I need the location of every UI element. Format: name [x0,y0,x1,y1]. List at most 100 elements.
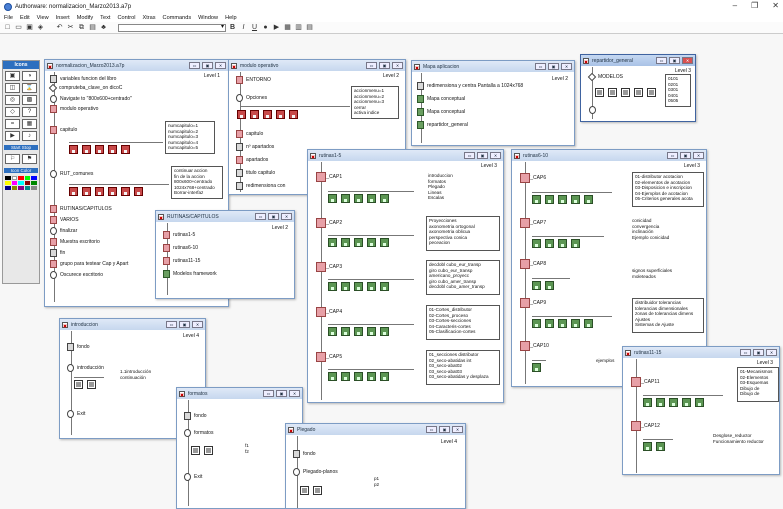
menu-view[interactable]: View [37,15,49,21]
flow-item[interactable]: Mapa conceptual [417,95,465,103]
underline-button[interactable]: U [250,23,259,32]
minimize-button[interactable]: ▭ [263,390,274,397]
flow-item[interactable]: fondo [293,450,316,458]
close-button[interactable]: ✕ [215,62,226,69]
menu-file[interactable]: File [4,15,13,21]
minimize-button[interactable]: ▭ [740,349,751,356]
close-button[interactable]: ✕ [766,349,777,356]
minimize-button[interactable]: ▭ [255,213,266,220]
sound-icon[interactable]: ♪ [22,131,37,141]
menu-edit[interactable]: Edit [20,15,30,21]
copy-icon[interactable]: ⧉ [77,23,86,32]
minimize-button[interactable]: ▭ [535,63,546,70]
restart-icon[interactable]: ▶ [272,23,281,32]
window-plegado[interactable]: ▣ Plegado ▭ ▣ ✕ Level 4 fondo Plegado-plano… [285,423,466,509]
flow-item[interactable]: fondo [67,343,90,351]
erase-icon[interactable]: ◫ [5,83,20,93]
decision-icon[interactable]: ◇ [5,107,20,117]
menu-xtras[interactable]: Xtras [142,15,155,21]
undo-icon[interactable]: ↶ [55,23,64,32]
flow-item[interactable]: grupo para testear Cap y Apart [50,260,128,268]
maximize-button[interactable]: ▣ [179,321,190,328]
import-icon[interactable]: ◈ [36,23,45,32]
flow-item[interactable]: repartidor_general [417,121,468,129]
flow-item[interactable]: apartados [236,156,268,164]
flow-item[interactable]: compruteba_clave_on dicoC [48,83,122,93]
flow-item[interactable]: RUT_CAP3 [316,262,342,272]
flow-item[interactable]: RUT_comunes [50,170,93,178]
close-button[interactable]: ✕ [490,152,501,159]
close-button[interactable]: ✕ [452,426,463,433]
navigate-icon[interactable]: ◎ [5,95,20,105]
menu-commands[interactable]: Commands [163,15,192,21]
maximize-button[interactable]: ▣ [379,62,390,69]
flow-item[interactable]: RUT_CAP2 [316,218,342,228]
flow-item[interactable]: formatos [184,429,213,437]
menu-help[interactable]: Help [225,15,237,21]
flow-item[interactable]: Muestra escritorio [50,238,100,246]
minimize-button[interactable]: ▭ [166,321,177,328]
maximize-button[interactable]: ▣ [753,349,764,356]
flow-item[interactable]: RUT_CAP10 [520,341,549,351]
window-formatos[interactable]: ▣ formatos ▭ ▣ ✕ fondo formatos f1 f2 Exit [176,387,303,509]
flow-item[interactable]: redimensiona y centra Pantalla a 1024x76… [417,82,523,90]
window-repartidor-general[interactable]: ▣ repartidor_general ▭ ▣ ✕ Level 3 MODELOS … [580,54,696,122]
minimize-button[interactable]: ▭ [667,152,678,159]
italic-button[interactable]: I [239,23,248,32]
run-icon[interactable]: ● [261,23,270,32]
flow-item[interactable]: rutinas6-10 [163,244,198,252]
minimize-button[interactable]: ▭ [189,62,200,69]
menu-modify[interactable]: Modify [77,15,93,21]
flow-item[interactable]: RUT_CAP11 [631,377,660,387]
close-button[interactable]: ✕ [281,213,292,220]
flow-item[interactable]: RUT_CAP5 [316,352,342,362]
flow-item[interactable]: introducción [67,364,104,372]
flow-item[interactable]: RUT_CAP9 [520,298,546,308]
stop-flag-icon[interactable]: ⚑ [22,154,37,164]
close-button[interactable]: ✕ [682,57,693,64]
start-flag-icon[interactable]: ⚐ [5,154,20,164]
framework-icon[interactable]: ▩ [22,95,37,105]
window-mapa-aplicacion[interactable]: ▣ Mapa aplicacion ▭ ▣ ✕ Level 2 redimension… [411,60,575,146]
window-rutinas11-15[interactable]: ▣ rutinas11-15 ▭ ▣ ✕ Level 3 RUT_CAP11 01-M… [622,346,780,475]
close-button[interactable]: ✕ [693,152,704,159]
save-icon[interactable]: ▣ [25,23,34,32]
motion-icon[interactable]: ◑ [22,71,37,81]
flow-item[interactable]: Exit [67,410,85,418]
flow-item[interactable]: ENTORNO [236,76,271,84]
flow-item[interactable]: RUT_CAP1 [316,172,342,182]
minimize-button[interactable]: ▭ [426,426,437,433]
close-button[interactable]: ✕ [772,1,779,10]
flow-item[interactable]: Navigate to "800x600+centrado" [50,95,132,103]
maximize-button[interactable]: ▣ [276,390,287,397]
minimize-button[interactable]: – [733,1,737,10]
maximize-button[interactable]: ▣ [680,152,691,159]
minimize-button[interactable]: ▭ [366,62,377,69]
flow-item[interactable]: RUT_CAP6 [520,173,546,183]
maximize-button[interactable]: ❐ [751,1,758,10]
menu-text[interactable]: Text [100,15,110,21]
bold-button[interactable]: B [228,23,237,32]
interaction-icon[interactable]: ? [22,107,37,117]
maximize-button[interactable]: ▣ [202,62,213,69]
flow-item[interactable]: Mapa conceptual [417,108,465,116]
functions-icon[interactable]: ▥ [294,23,303,32]
flow-item[interactable]: RUTINAS/CAPITULOS [50,205,112,213]
flow-item[interactable]: redimensiona con [236,182,285,190]
cut-icon[interactable]: ✂ [66,23,75,32]
menu-window[interactable]: Window [198,15,218,21]
maximize-button[interactable]: ▣ [477,152,488,159]
window-rutinas-capitulos[interactable]: ▣ RUTINAS/CAPITULOS ▭ ▣ ✕ Level 2 rutinas1-… [155,210,295,299]
exit-item[interactable] [589,106,596,114]
flow-item[interactable]: rutinas11-15 [163,257,200,265]
menu-insert[interactable]: Insert [56,15,70,21]
wait-icon[interactable]: ⌛ [22,83,37,93]
maximize-button[interactable]: ▣ [669,57,680,64]
color-swatches[interactable] [3,175,39,191]
flow-item[interactable]: RUT_CAP4 [316,307,342,317]
flow-item[interactable]: capitulo [236,130,263,138]
minimize-button[interactable]: ▭ [464,152,475,159]
flow-item[interactable]: variables funcion del libro [50,75,116,83]
flow-item[interactable]: RUT_CAP12 [631,421,660,431]
close-button[interactable]: ✕ [392,62,403,69]
